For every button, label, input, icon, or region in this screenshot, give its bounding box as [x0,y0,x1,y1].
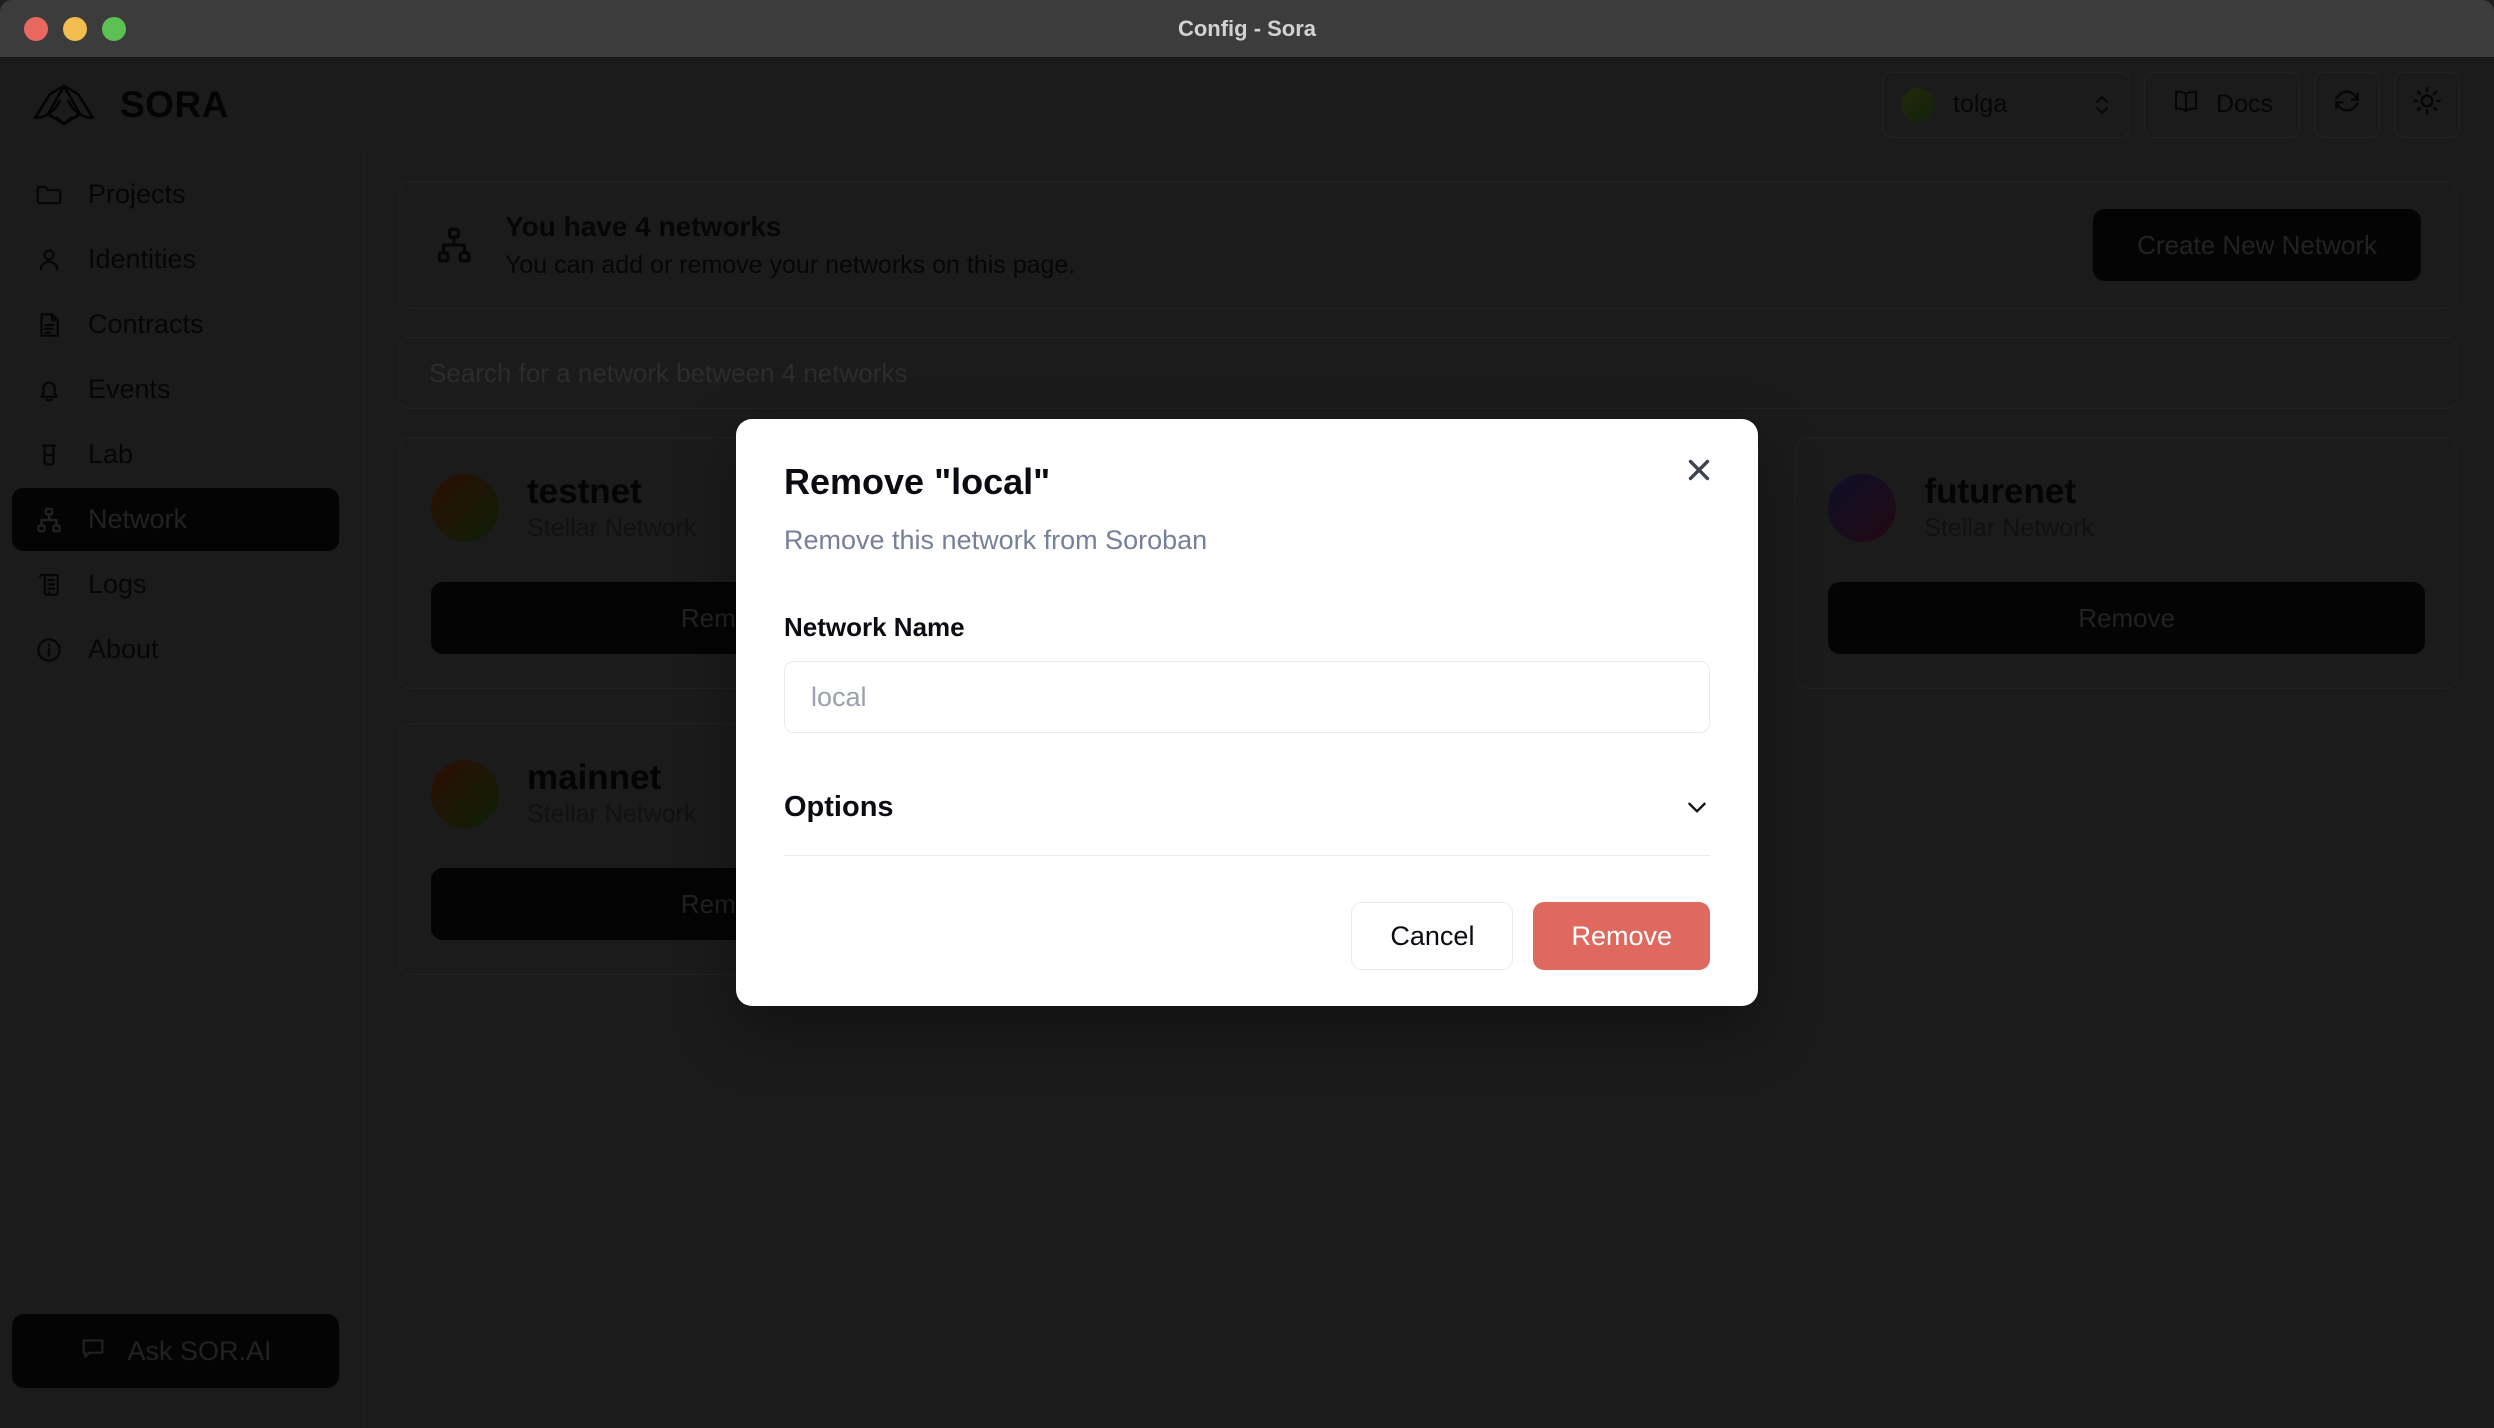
remove-button[interactable]: Remove [1533,902,1710,970]
network-name-label: Network Name [784,612,965,642]
dialog-subtitle: Remove this network from Soroban [784,525,1208,555]
options-disclosure[interactable]: Options [784,785,1710,829]
options-label: Options [784,790,894,823]
modal-overlay[interactable]: Remove "local" Remove this network from … [0,58,2494,1428]
close-window-button[interactable] [24,16,48,41]
window-titlebar: Config - Sora [0,0,2494,58]
chevron-down-icon [1684,794,1710,820]
remove-network-dialog: Remove "local" Remove this network from … [736,419,1758,1006]
cancel-button[interactable]: Cancel [1351,902,1514,970]
app-window: Config - Sora SORA tolga Docs Projects I… [0,0,2494,1428]
close-icon[interactable] [1682,453,1716,487]
maximize-window-button[interactable] [102,16,126,41]
window-title: Config - Sora [1177,15,1317,41]
dialog-title: Remove "local" [784,461,1051,502]
traffic-lights [0,16,126,41]
dialog-actions: Cancel Remove [784,902,1710,970]
app-root: SORA tolga Docs Projects Identities Cont… [0,58,2494,1428]
divider [784,855,1710,856]
minimize-window-button[interactable] [63,16,87,41]
network-name-placeholder: local [811,681,867,712]
network-name-input[interactable]: local [784,661,1710,733]
